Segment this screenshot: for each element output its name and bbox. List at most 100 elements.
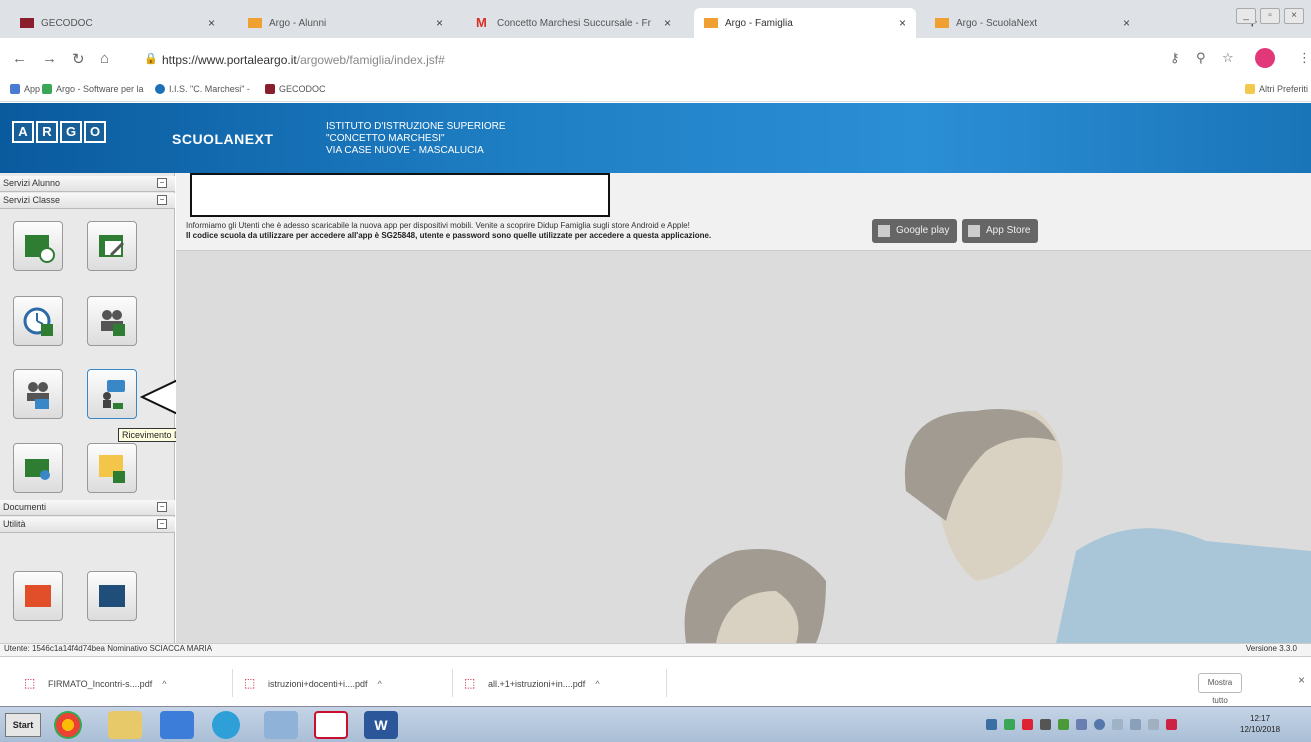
chevron-up-icon[interactable]: ^ [378,679,382,689]
profile-avatar[interactable] [1255,48,1275,68]
bookmark-label: App [24,84,41,94]
media-icon[interactable] [264,711,298,739]
browser-toolbar: ← → ↻ ⌂ 🔒 https://www.portaleargo.it/arg… [0,38,1311,80]
minimize-button[interactable]: _ [1236,8,1256,24]
tab-gecodoc[interactable]: GECODOC × [10,8,225,38]
outlook-icon[interactable] [160,711,194,739]
tab-title: Argo - Alunni [269,17,327,29]
show-all-button[interactable]: Mostra tutto [1198,673,1242,705]
tray-icon[interactable] [1148,719,1159,730]
section-servizi-alunno[interactable]: Servizi Alunno − [0,176,175,192]
section-documenti[interactable]: Documenti − [0,500,175,516]
ricevimento-docenti-button[interactable] [87,369,137,419]
section-utilita[interactable]: Utilità − [0,517,175,533]
voti-button[interactable] [87,221,137,271]
reload-icon[interactable]: ↻ [72,50,85,68]
tray-icon[interactable] [1004,719,1015,730]
volume-icon[interactable] [1130,719,1141,730]
date-label: 12/10/2018 [1240,725,1281,734]
tab-gmail[interactable]: M Concetto Marchesi Succursale - Fr × [466,8,681,38]
clock[interactable]: 12:17 12/10/2018 [1240,713,1280,735]
download-item[interactable]: ⬚ istruzioni+docenti+i....pdf ^ [244,673,382,695]
star-icon[interactable]: ☆ [1222,50,1234,66]
user-info: Utente: 1546c1a14f4d74bea Nominativo SCI… [4,644,213,653]
orario-button[interactable] [13,296,63,346]
download-item[interactable]: ⬚ all.+1+istruzioni+in....pdf ^ [464,673,600,695]
utility-argo-button[interactable] [87,571,137,621]
section-servizi-classe[interactable]: Servizi Classe − [0,193,175,209]
bacheca-button[interactable] [13,443,63,493]
bookmark-gecodoc[interactable]: GECODOC [265,84,326,94]
tab-argo-famiglia[interactable]: Argo - Famiglia × [694,8,916,38]
acrobat-icon[interactable] [314,711,348,739]
window-close-button[interactable]: × [1284,8,1304,24]
downloads-bar: ⬚ FIRMATO_Incontri-s....pdf ^ ⬚ istruzio… [0,656,1311,706]
tab-argo-alunni[interactable]: Argo - Alunni × [238,8,453,38]
lock-icon: 🔒 [144,53,158,65]
main-content: Informiamo gli Utenti che è adesso scari… [176,173,1311,643]
bookmark-label: I.I.S. "C. Marchesi" - [169,84,250,94]
zoom-icon[interactable]: ⚲ [1196,50,1206,66]
app-store-badge[interactable]: App Store [962,219,1039,243]
url-text: https://www.portaleargo.it/argoweb/famig… [162,53,445,67]
maximize-button[interactable]: ▫ [1260,8,1280,24]
tray-icon[interactable] [1076,719,1087,730]
bookmark-label: GECODOC [279,84,326,94]
registro-classe-button[interactable] [13,221,63,271]
close-icon[interactable]: × [1298,673,1305,687]
tab-argo-scuolanext[interactable]: Argo - ScuolaNext × [925,8,1140,38]
bookmark-other[interactable]: Altri Preferiti [1245,84,1308,94]
address-bar[interactable]: 🔒 https://www.portaleargo.it/argoweb/fam… [140,45,1210,73]
collapse-icon[interactable]: − [157,178,167,188]
collapse-icon[interactable]: − [157,502,167,512]
close-icon[interactable]: × [208,16,215,30]
bookmark-apps[interactable]: App [10,84,40,94]
close-icon[interactable]: × [664,16,671,30]
network-icon[interactable] [1094,719,1105,730]
bookmark-label: Altri Preferiti [1259,84,1309,94]
folder-icon[interactable] [108,711,142,739]
tray-icon[interactable] [1112,719,1123,730]
people-icon [101,310,125,336]
home-icon[interactable]: ⌂ [100,50,109,67]
chevron-up-icon[interactable]: ^ [162,679,166,689]
argo-favicon-icon [248,18,262,28]
section-label: Servizi Classe [3,195,61,205]
forward-icon[interactable]: → [42,50,57,67]
word-icon[interactable]: W [364,711,398,739]
tray-icon[interactable] [1040,719,1051,730]
menu-icon[interactable]: ⋮ [1298,50,1311,66]
google-play-badge[interactable]: Google play [872,219,958,243]
redacted-box [190,173,610,217]
section-label: Servizi Alunno [3,178,61,188]
apple-icon [968,225,980,237]
collapse-icon[interactable]: − [157,519,167,529]
back-icon[interactable]: ← [12,50,27,67]
close-icon[interactable]: × [436,16,443,30]
close-icon[interactable]: × [1123,16,1130,30]
version-label: Versione 3.3.0 [1245,644,1297,653]
download-filename: all.+1+istruzioni+in....pdf [488,679,586,689]
ie-icon[interactable] [212,711,240,739]
note-button[interactable] [87,443,137,493]
tray-icon[interactable] [1166,719,1177,730]
tray-icon[interactable] [1058,719,1069,730]
download-item[interactable]: ⬚ FIRMATO_Incontri-s....pdf ^ [24,673,166,695]
bookmark-iis[interactable]: I.I.S. "C. Marchesi" - [155,84,250,94]
consiglio-classe-button[interactable] [13,369,63,419]
collapse-icon[interactable]: − [157,195,167,205]
chrome-icon[interactable] [54,711,82,739]
board-person-icon [25,459,50,480]
close-icon[interactable]: × [899,16,906,30]
bookmark-argo[interactable]: Argo - Software per la [42,84,144,94]
tray-icon[interactable] [986,719,997,730]
globe-icon [155,84,165,94]
tray-icon[interactable] [1022,719,1033,730]
start-button[interactable]: Start [5,713,41,737]
folder-icon [1245,84,1255,94]
chevron-up-icon[interactable]: ^ [595,679,599,689]
utility-info-button[interactable] [13,571,63,621]
docenti-classe-button[interactable] [87,296,137,346]
key-icon[interactable]: ⚷ [1170,50,1180,66]
info-bar: Informiamo gli Utenti che è adesso scari… [176,173,1311,251]
